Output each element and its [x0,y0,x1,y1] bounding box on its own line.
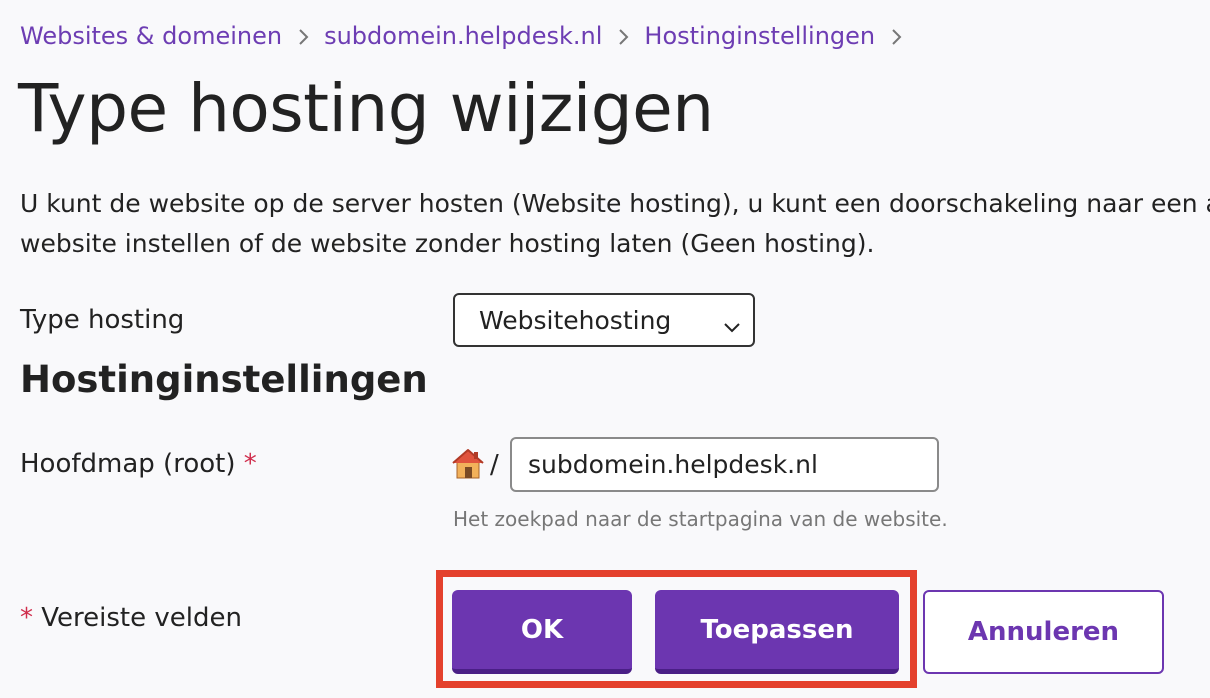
page-title: Type hosting wijzigen [18,70,714,147]
hosting-type-select[interactable]: Websitehosting [453,293,755,347]
required-marker: * [243,449,257,479]
hosting-type-selected-value: Websitehosting [479,305,672,335]
root-folder-input[interactable] [510,437,939,492]
breadcrumb-item-hosting-settings[interactable]: Hostinginstellingen [644,22,875,50]
breadcrumb-item-subdomain[interactable]: subdomein.helpdesk.nl [324,22,602,50]
required-fields-text: Vereiste velden [41,603,242,633]
path-separator: / [490,450,499,480]
root-folder-hint: Het zoekpad naar de startpagina van de w… [453,507,948,531]
breadcrumb: Websites & domeinen subdomein.helpdesk.n… [20,22,917,50]
home-icon [451,448,485,484]
required-marker: * [20,603,33,633]
section-heading-hosting-settings: Hostinginstellingen [20,358,428,401]
root-folder-label-text: Hoofdmap (root) [20,449,236,479]
apply-button[interactable]: Toepassen [655,590,899,674]
cancel-button[interactable]: Annuleren [923,590,1164,674]
required-fields-note: * Vereiste velden [20,603,242,633]
chevron-right-icon [282,22,324,50]
root-folder-label: Hoofdmap (root) * [20,449,257,479]
breadcrumb-item-websites-domains[interactable]: Websites & domeinen [20,22,282,50]
chevron-down-icon [723,311,741,340]
page: Websites & domeinen subdomein.helpdesk.n… [0,0,1210,698]
page-description: U kunt de website op de server hosten (W… [20,189,1210,258]
ok-button[interactable]: OK [452,590,632,674]
chevron-right-icon [602,22,644,50]
chevron-right-icon [875,22,917,50]
hosting-type-label: Type hosting [20,305,185,335]
